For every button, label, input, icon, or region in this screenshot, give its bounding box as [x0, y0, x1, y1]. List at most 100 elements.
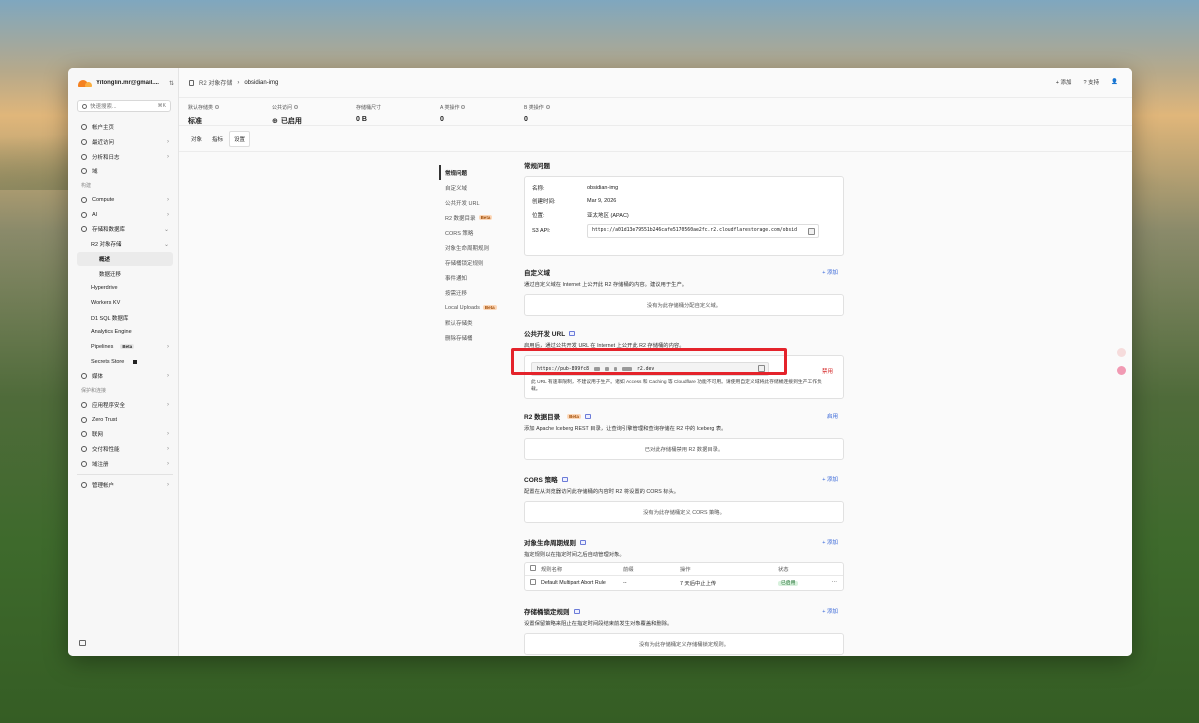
sidebar-item-analytics-engine[interactable]: Analytics Engine [77, 325, 173, 340]
sidebar-toggle-icon[interactable] [79, 640, 86, 646]
home-icon [81, 124, 87, 131]
beta-badge: Beta [120, 344, 135, 350]
toc-lifecycle[interactable]: 对象生命周期规则 [439, 240, 509, 255]
sidebar-item-label: 媒体 [92, 374, 104, 381]
sidebar-item-domains[interactable]: 域 [77, 164, 173, 179]
s3-api-field[interactable]: https://a01d13e79551b246cafe5170560ae2fc… [587, 223, 819, 238]
sidebar-item-analytics[interactable]: 分析和日志 › [77, 149, 173, 164]
sidebar-item-workers-kv[interactable]: Workers KV [77, 296, 173, 311]
more-actions-icon[interactable]: ··· [832, 579, 837, 585]
docs-link-icon[interactable] [580, 539, 586, 545]
rule-action: 7 天后中止上传 [680, 580, 717, 587]
sidebar-item-label: Pipelines [91, 343, 114, 350]
rule-status-cell: 已启用 ··· [778, 575, 843, 590]
sidebar-item-app-security[interactable]: 应用程序安全 › [77, 398, 173, 413]
stat-label: 默认存储类 [188, 104, 272, 111]
sidebar-item-pipelines[interactable]: Pipelines Beta › [77, 340, 173, 355]
disable-dev-url-button[interactable]: 禁用 [822, 367, 833, 375]
chevron-right-icon: › [167, 197, 169, 204]
sidebar-nav: 帐户主页 最近访问 › 分析和日志 › 域 构建 Compute › AI › 存储和数… [77, 120, 173, 493]
section-bucket-lock: 存储桶锁定规则 + 添加 设置保留策略来阻止在指定时间段结束前发生对象覆盖和删除… [524, 606, 844, 655]
sidebar-item-storage[interactable]: 存储和数据库 ⌄ [77, 222, 173, 237]
sidebar-item-zero-trust[interactable]: Zero Trust [77, 412, 173, 427]
sidebar-divider [77, 474, 173, 476]
sidebar-item-label: 联网 [92, 432, 104, 439]
toc-default-storage-class[interactable]: 默认存储类 [439, 315, 509, 330]
sidebar-item-r2-migration[interactable]: 数据迁移 [77, 266, 173, 281]
toc-event-notifications[interactable]: 事件通知 [439, 270, 509, 285]
quick-search[interactable]: 快速搜索... ⌘K [77, 100, 171, 112]
general-row-name: 名称: obsidian-img [532, 184, 619, 192]
sidebar-item-networking[interactable]: 联网 › [77, 427, 173, 442]
stat-public-access: 公共访问 ⊕ 已启用 [272, 104, 356, 125]
tab-settings[interactable]: 设置 [229, 130, 251, 147]
enable-catalog-button[interactable]: 启用 [827, 412, 838, 420]
sidebar-item-registrar[interactable]: 域注册 › [77, 456, 173, 471]
add-cors-button[interactable]: + 添加 [822, 475, 838, 483]
breadcrumb-root[interactable]: R2 对象存储 [199, 78, 232, 87]
sidebar-item-d1[interactable]: D1 SQL 数据库 [77, 310, 173, 325]
sidebar-item-r2-overview[interactable]: 概述 [77, 251, 173, 267]
sidebar-item-home[interactable]: 帐户主页 [77, 120, 173, 135]
settings-content: 常规问题 名称: obsidian-img 创建时间: Mar 9, 2026 位置… [524, 160, 844, 655]
sidebar-item-media[interactable]: 媒体 › [77, 369, 173, 384]
custom-domain-empty: 没有为此存储桶分配自定义域。 [524, 294, 844, 316]
sidebar-item-delivery[interactable]: 交付和性能 › [77, 442, 173, 457]
toc-data-catalog[interactable]: R2 数据目录 Beta [439, 210, 509, 225]
search-placeholder: 快速搜索... [90, 104, 117, 110]
col-status: 状态 [778, 563, 843, 576]
compute-icon [81, 197, 87, 204]
docs-link-icon[interactable] [561, 476, 568, 482]
add-lock-button[interactable]: + 添加 [822, 607, 838, 615]
add-button[interactable]: + 添加 [1056, 78, 1072, 86]
support-button[interactable]: ? 支持 [1084, 78, 1100, 86]
toc-bucket-lock[interactable]: 存储桶锁定规则 [439, 255, 509, 270]
section-title: 存储桶锁定规则 [524, 606, 844, 616]
gear-icon [81, 482, 87, 489]
feedback-icon[interactable] [1117, 348, 1126, 357]
chat-icon[interactable] [1117, 366, 1126, 375]
chevron-right-icon: › [167, 153, 169, 160]
copy-icon[interactable] [808, 227, 815, 235]
sidebar-item-compute[interactable]: Compute › [77, 193, 173, 208]
sidebar-item-recent[interactable]: 最近访问 › [77, 135, 173, 150]
tab-metrics[interactable]: 指标 [208, 132, 227, 146]
docs-link-icon[interactable] [573, 608, 580, 614]
stat-label: 存储桶尺寸 [356, 105, 382, 111]
stat-value: 0 [440, 116, 444, 123]
toc-delete-bucket[interactable]: 删除存储桶 [439, 330, 509, 345]
toc-general[interactable]: 常规问题 [439, 165, 509, 180]
sidebar-item-secrets-store[interactable]: Secrets Store [77, 354, 173, 369]
user-icon[interactable]: 👤 [1111, 79, 1118, 85]
account-switcher[interactable]: Yitonglin.mr@gmail.... ⇅ [76, 76, 174, 90]
info-icon [461, 105, 466, 109]
chart-icon [81, 153, 87, 160]
general-row-location: 位置: 亚太地区 (APAC) [532, 212, 629, 219]
add-custom-domain-button[interactable]: + 添加 [822, 268, 838, 276]
search-shortcut: ⌘K [157, 103, 166, 109]
sidebar-item-hyperdrive[interactable]: Hyperdrive [77, 281, 173, 296]
sidebar-item-manage-account[interactable]: 管理帐户 › [77, 478, 173, 493]
toc-on-demand-migration[interactable]: 按需迁移 [439, 285, 509, 300]
stat-bucket-size: 存储桶尺寸 0 B [356, 104, 440, 125]
docs-link-icon[interactable] [584, 413, 591, 419]
ai-icon [81, 211, 87, 218]
search-icon [82, 103, 87, 109]
row-checkbox[interactable] [530, 578, 536, 585]
toc-custom-domain[interactable]: 自定义域 [439, 180, 509, 195]
tab-objects[interactable]: 对象 [187, 132, 206, 146]
toc-cors[interactable]: CORS 策略 [439, 225, 509, 240]
col-action: 操作 [680, 563, 778, 576]
select-all-checkbox[interactable] [530, 564, 536, 571]
sidebar-item-ai[interactable]: AI › [77, 207, 173, 222]
breadcrumb-separator: › [237, 79, 240, 86]
stat-label: B 类操作 [524, 104, 608, 111]
section-title: R2 数据目录 Beta [524, 411, 844, 421]
toc-dev-url[interactable]: 公共开发 URL [439, 195, 509, 210]
toc-local-uploads[interactable]: Local Uploads Beta [439, 300, 509, 315]
sidebar-item-r2[interactable]: R2 对象存储 ⌄ [77, 237, 173, 252]
docs-link-icon[interactable] [569, 330, 576, 336]
add-lifecycle-button[interactable]: + 添加 [822, 538, 838, 546]
bucket-tabs: 对象 指标 设置 [179, 126, 1132, 152]
shield-icon [81, 402, 87, 409]
